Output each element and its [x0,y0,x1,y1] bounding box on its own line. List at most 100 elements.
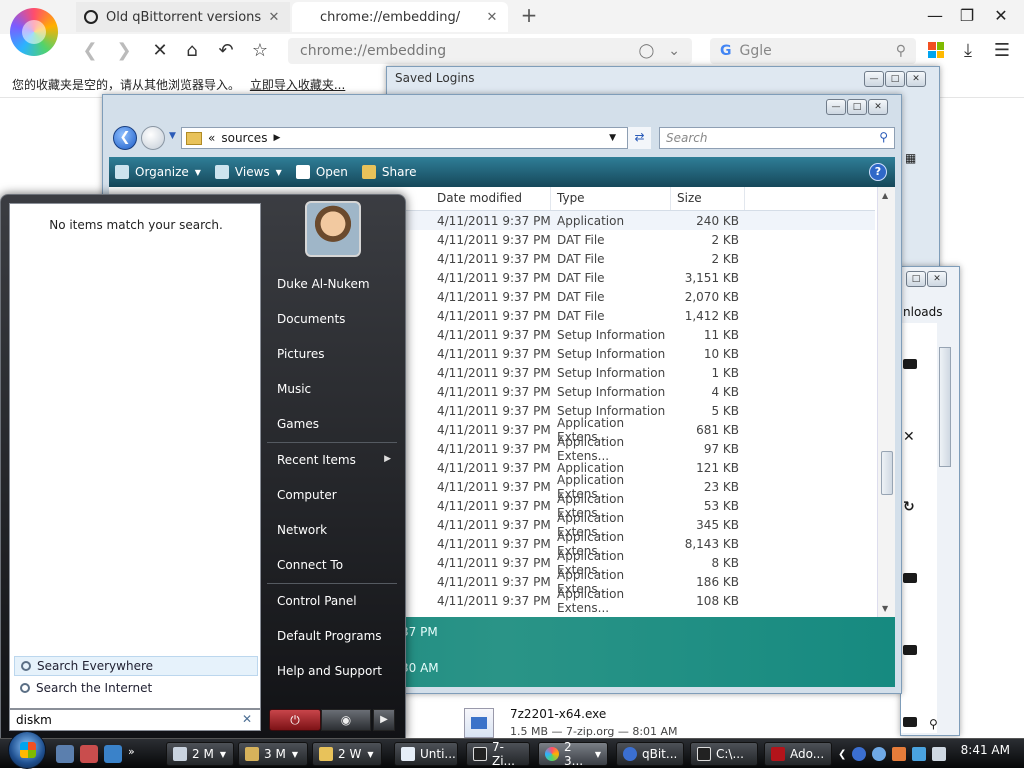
pictures-link[interactable]: Pictures [267,337,403,372]
taskbar-button[interactable]: Ado... [764,742,832,766]
tab-close-icon[interactable]: ✕ [266,10,282,25]
tab-qbittorrent[interactable]: Old qBittorrent versions down ✕ [76,2,290,32]
documents-link[interactable]: Documents [267,302,403,337]
home-button[interactable]: ⌂ [180,40,204,62]
taskbar-group-button[interactable]: 2 W ▼ [312,742,382,766]
search-internet-link[interactable]: Search the Internet [14,678,258,698]
display-tray-icon[interactable] [912,747,927,761]
more-icon[interactable]: » [128,745,135,763]
music-link[interactable]: Music [267,372,403,407]
maximize-button[interactable]: □ [885,71,905,87]
explorer-search-input[interactable]: Search ⚲ [659,127,895,149]
user-avatar[interactable] [305,201,361,257]
scroll-down-icon[interactable]: ▼ [882,604,888,613]
apps-grid-icon[interactable] [928,42,944,58]
games-link[interactable]: Games [267,407,403,442]
clear-search-icon[interactable]: ✕ [242,712,252,726]
close-button[interactable]: ✕ [868,99,888,115]
taskbar-button[interactable]: 7-Zi... [466,740,530,768]
connect-to-link[interactable]: Connect To [267,548,403,583]
folder-icon[interactable] [903,717,917,727]
open-button[interactable]: Open [295,165,348,179]
tab-close-icon[interactable]: ✕ [484,10,500,25]
search-icon[interactable]: ⚲ [879,130,888,144]
breadcrumb-overflow[interactable]: « [208,131,215,145]
breadcrumb-sources[interactable]: sources [221,131,267,145]
taskbar-button[interactable]: C:\... [690,742,758,766]
taskbar-button[interactable]: qBit... [616,742,684,766]
volume-icon[interactable] [932,747,947,761]
close-button[interactable]: ✕ [927,271,947,287]
taskbar-group-button[interactable]: 2 M ▼ [166,742,234,766]
browser-logo-icon[interactable] [10,8,58,56]
network-link[interactable]: Network [267,513,403,548]
scrollbar-thumb[interactable] [881,451,893,495]
minimize-button[interactable]: — [864,71,884,87]
scrollbar-thumb[interactable] [939,347,951,467]
organize-button[interactable]: Organize ▼ [115,165,201,179]
folder-icon[interactable] [903,573,917,583]
new-tab-button[interactable]: + [518,4,540,26]
search-icon[interactable]: ⚲ [929,717,938,731]
user-folder-link[interactable]: Duke Al-Nukem [267,267,403,302]
refresh-button[interactable]: ⇄ [627,127,651,149]
browser-search-box[interactable]: G Ggle ⚲ [710,38,916,64]
reader-mode-icon[interactable]: ◯ [639,43,655,59]
download-icon[interactable]: ⤓ [956,40,980,62]
back-button[interactable]: ❮ [78,40,102,62]
minimize-button[interactable]: — [918,4,952,28]
import-bookmarks-link[interactable]: 立即导入收藏夹... [250,78,345,92]
search-everywhere-link[interactable]: Search Everywhere [14,656,258,676]
address-bar[interactable]: chrome://embedding ◯ ⌄ [288,38,692,64]
exe-file-icon[interactable] [464,708,494,738]
minimize-button[interactable]: — [826,99,846,115]
qbittorrent-tray-icon[interactable] [852,747,867,761]
lock-button[interactable]: ◉ [321,709,371,731]
restore-button[interactable]: ❐ [950,4,984,28]
remove-icon[interactable]: ✕ [903,429,915,445]
close-button[interactable]: ✕ [906,71,926,87]
retry-icon[interactable]: ↻ [903,499,915,515]
stop-loading-button[interactable]: ✕ [148,40,172,62]
tab-embedding[interactable]: chrome://embedding/ ✕ [292,2,508,32]
app-launcher-icon[interactable] [80,745,98,763]
taskbar-group-button[interactable]: 3 M ▼ [238,742,308,766]
bookmark-star-icon[interactable]: ☆ [248,40,272,62]
menu-icon[interactable]: ☰ [990,40,1014,62]
start-button[interactable] [8,731,46,769]
back-button[interactable]: ❮ [113,126,137,150]
computer-link[interactable]: Computer [267,478,403,513]
maximize-button[interactable]: □ [847,99,867,115]
folder-icon[interactable] [903,645,917,655]
monitor-icon[interactable] [104,745,122,763]
vertical-scrollbar[interactable]: ▲ ▼ [877,187,895,617]
search-icon[interactable]: ⚲ [896,43,906,59]
share-button[interactable]: Share [361,165,417,179]
default-programs-link[interactable]: Default Programs [267,619,403,654]
column-type[interactable]: Type [551,187,671,210]
chevron-down-icon[interactable]: ⌄ [668,43,680,59]
views-button[interactable]: Views ▼ [214,165,282,179]
show-desktop-icon[interactable] [56,745,74,763]
network-tray-icon[interactable] [872,747,887,761]
tray-expand-icon[interactable]: ❮ [838,749,846,760]
app-tray-icon[interactable] [892,747,907,761]
help-and-support-link[interactable]: Help and Support [267,654,403,689]
close-window-button[interactable]: ✕ [984,4,1018,28]
power-button[interactable]: ⏻ [269,709,321,731]
column-date-modified[interactable]: Date modified [431,187,551,210]
shutdown-options-button[interactable]: ▶ [373,709,395,731]
help-icon[interactable]: ? [869,163,887,181]
folder-icon[interactable] [903,359,917,369]
undo-close-button[interactable]: ↶ [214,40,238,62]
address-breadcrumb[interactable]: « sources ▶ ▼ [181,127,651,149]
breadcrumb-arrow-icon[interactable]: ▶ [273,133,280,143]
recent-items-link[interactable]: Recent Items ▶ [267,443,403,478]
column-size[interactable]: Size [671,187,745,210]
taskbar-button[interactable]: Unti... [394,742,458,766]
taskbar-button-browser[interactable]: 2 3... ▼ [538,740,608,768]
chevron-down-icon[interactable]: ▼ [609,133,616,143]
forward-button[interactable]: ❯ [112,40,136,62]
start-search-input[interactable]: diskm ✕ [9,709,261,731]
maximize-button[interactable]: □ [906,271,926,287]
